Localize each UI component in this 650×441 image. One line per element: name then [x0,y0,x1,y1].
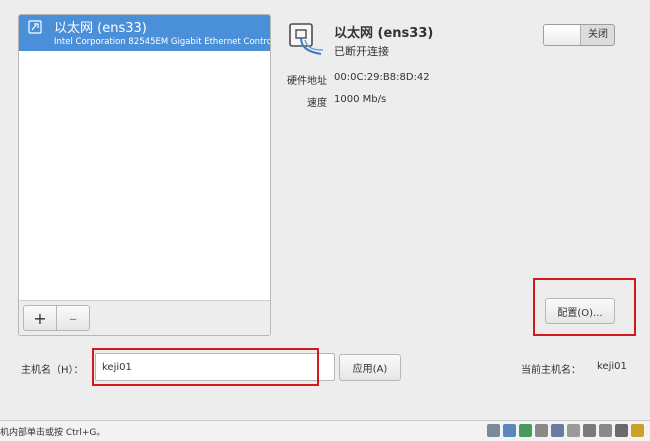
usb-icon[interactable] [535,424,548,437]
ethernet-icon [28,20,42,34]
connection-status: 已断开连接 [334,45,389,58]
message-icon[interactable] [631,424,644,437]
current-hostname-label: 当前主机名： [521,365,581,376]
device-tray [487,424,644,437]
remove-connection-button[interactable]: – [56,305,90,331]
hostname-input[interactable] [95,353,335,381]
status-hint-text: 机内部单击或按 Ctrl+G。 [0,428,106,438]
configure-button[interactable]: 配置(O)... [545,298,615,324]
device-icon[interactable] [599,424,612,437]
display-icon[interactable] [583,424,596,437]
apply-hostname-button[interactable]: 应用(A) [339,354,401,381]
speed-label: 速度 [307,98,327,109]
connection-item-title: 以太网 (ens33) [54,21,147,36]
list-toolbar: + – [19,300,270,335]
hw-address-value: 00:0C:29:B8:8D:42 [334,72,430,83]
network-adapter-icon[interactable] [519,424,532,437]
device-icon[interactable] [615,424,628,437]
toggle-label: 关闭 [588,29,608,40]
current-hostname-value: keji01 [597,361,627,372]
connection-item-subtitle: Intel Corporation 82545EM Gigabit Ethern… [54,37,271,47]
vm-status-bar: 机内部单击或按 Ctrl+G。 [0,420,650,441]
connection-toggle-switch[interactable]: 关闭 [543,24,615,46]
hw-address-label: 硬件地址 [287,76,327,87]
ethernet-icon [289,23,324,55]
connection-item-ens33[interactable]: 以太网 (ens33) Intel Corporation 82545EM Gi… [19,15,270,51]
printer-icon[interactable] [551,424,564,437]
hard-disk-icon[interactable] [487,424,500,437]
connection-title: 以太网 (ens33) [334,26,434,41]
add-connection-button[interactable]: + [23,305,57,331]
toggle-knob [544,25,581,45]
sound-icon[interactable] [567,424,580,437]
cd-drive-icon[interactable] [503,424,516,437]
speed-value: 1000 Mb/s [334,94,387,105]
connection-list: 以太网 (ens33) Intel Corporation 82545EM Gi… [18,14,271,336]
hostname-label: 主机名（H）： [21,365,84,376]
